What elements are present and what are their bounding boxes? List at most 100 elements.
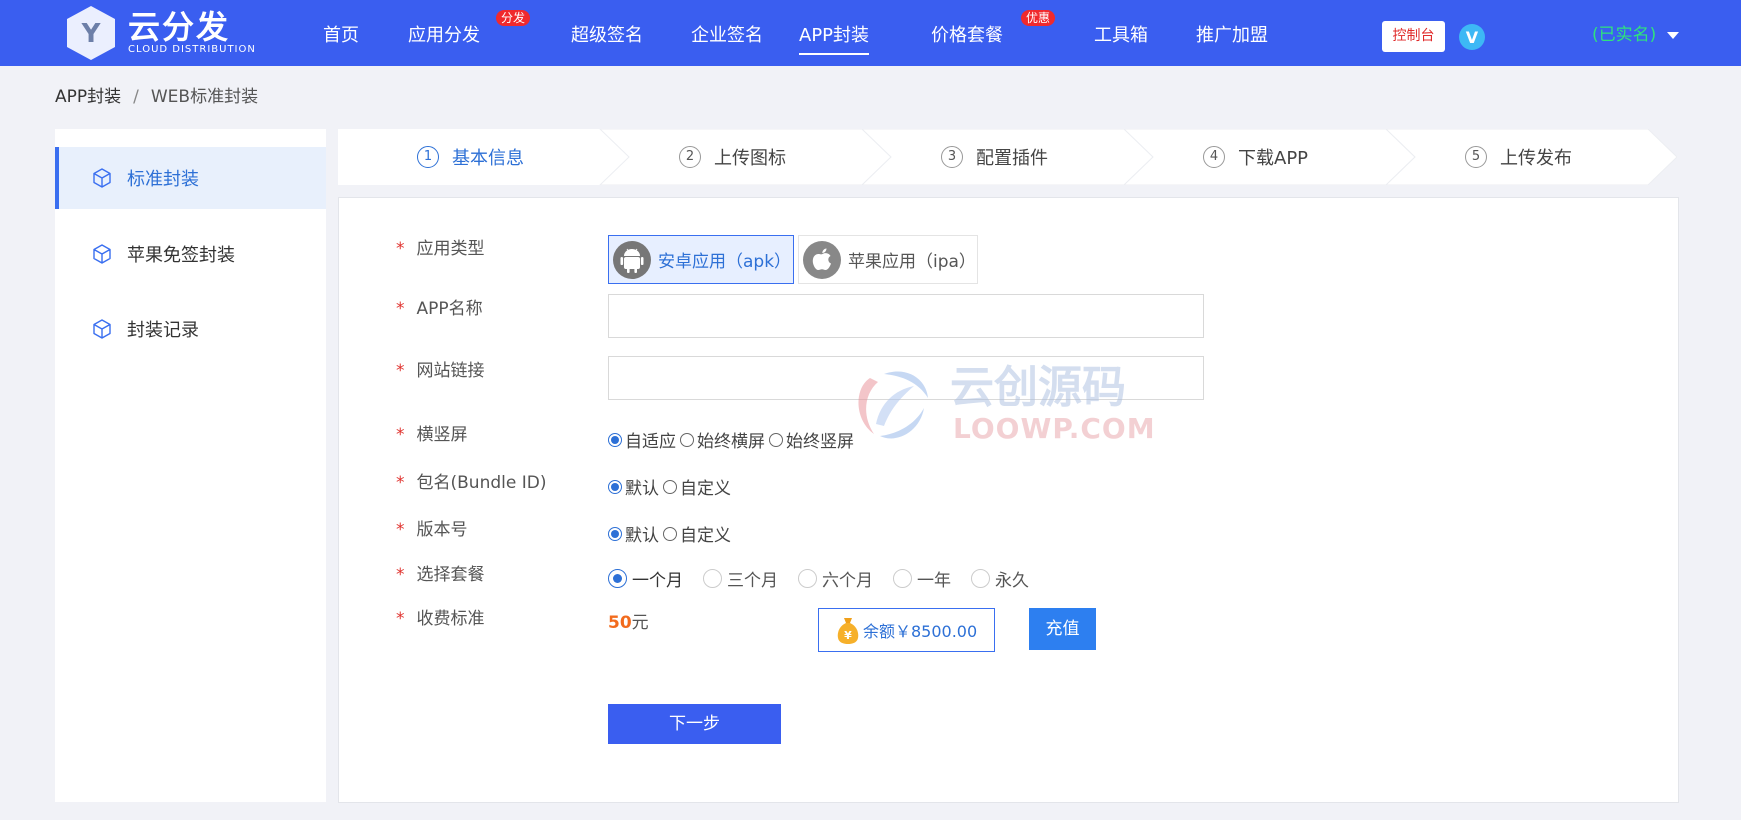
android-option-label: 安卓应用（apk） bbox=[658, 252, 792, 272]
user-verified-status[interactable]: (已实名) bbox=[1592, 24, 1656, 46]
step-configure-plugins[interactable]: 3 配置插件 bbox=[941, 129, 1048, 185]
required-mark: * bbox=[396, 299, 405, 319]
brand-subtitle: CLOUD DISTRIBUTION bbox=[128, 44, 256, 55]
required-mark: * bbox=[396, 361, 405, 381]
step-basic-info[interactable]: 1 基本信息 bbox=[417, 129, 524, 185]
breadcrumb-separator: / bbox=[133, 87, 139, 107]
apple-option-label: 苹果应用（ipa） bbox=[848, 252, 976, 272]
step-number: 4 bbox=[1203, 146, 1225, 168]
sidebar: 标准封装 苹果免签封装 封装记录 bbox=[55, 129, 326, 802]
balance-text: 余额￥8500.00 bbox=[863, 622, 978, 641]
nav-enterprise-signature[interactable]: 企业签名 bbox=[691, 0, 763, 66]
bundle-id-radio-group: 默认 自定义 bbox=[608, 474, 735, 499]
breadcrumb-current: WEB标准封装 bbox=[150, 87, 259, 107]
vip-letter: V bbox=[1466, 28, 1479, 47]
cube-icon bbox=[93, 168, 111, 188]
required-mark: * bbox=[396, 425, 405, 445]
logo-hex-icon: Y bbox=[67, 6, 115, 60]
step-number: 1 bbox=[417, 146, 439, 168]
plan-radio-group: 一个月 三个月 六个月 一年 永久 bbox=[608, 566, 1049, 591]
next-step-button[interactable]: 下一步 bbox=[608, 704, 781, 744]
orientation-portrait-radio[interactable]: 始终竖屏 bbox=[769, 427, 854, 452]
step-upload-publish[interactable]: 5 上传发布 bbox=[1465, 129, 1572, 185]
required-mark: * bbox=[396, 239, 405, 259]
nav-super-signature[interactable]: 超级签名 bbox=[571, 0, 643, 66]
version-label: * 版本号 bbox=[396, 520, 468, 540]
nav-badge-pricing: 优惠 bbox=[1021, 10, 1056, 26]
vip-icon[interactable]: V bbox=[1458, 23, 1486, 51]
orientation-radio-group: 自适应 始终横屏 始终竖屏 bbox=[608, 427, 858, 452]
android-icon bbox=[613, 240, 651, 279]
fee-number: 50 bbox=[608, 613, 632, 633]
bundle-id-label: * 包名(Bundle ID) bbox=[396, 473, 547, 493]
money-bag-icon: ¥ bbox=[837, 618, 859, 644]
top-header: Y 云分发 CLOUD DISTRIBUTION 首页 应用分发 分发 超级签名… bbox=[0, 0, 1741, 66]
brand-logo[interactable]: Y 云分发 CLOUD DISTRIBUTION bbox=[62, 4, 256, 62]
step-number: 5 bbox=[1465, 146, 1487, 168]
orientation-landscape-radio[interactable]: 始终横屏 bbox=[680, 427, 765, 452]
plan-label: * 选择套餐 bbox=[396, 565, 485, 585]
step-label: 上传图标 bbox=[714, 148, 786, 169]
step-number: 2 bbox=[679, 146, 701, 168]
nav-affiliate[interactable]: 推广加盟 bbox=[1196, 0, 1268, 66]
orientation-label: * 横竖屏 bbox=[396, 425, 468, 445]
bundle-id-default-radio[interactable]: 默认 bbox=[608, 474, 659, 499]
apple-ipa-option[interactable]: 苹果应用（ipa） bbox=[798, 235, 978, 284]
recharge-button[interactable]: 充值 bbox=[1029, 608, 1096, 650]
sidebar-item-label: 标准封装 bbox=[127, 169, 199, 190]
step-upload-icon[interactable]: 2 上传图标 bbox=[679, 129, 786, 185]
site-url-input[interactable] bbox=[608, 356, 1204, 400]
plan-three-months-radio[interactable]: 三个月 bbox=[703, 566, 778, 591]
version-default-radio[interactable]: 默认 bbox=[608, 521, 659, 546]
app-name-input[interactable] bbox=[608, 294, 1204, 338]
app-type-label: * 应用类型 bbox=[396, 239, 485, 259]
sidebar-item-label: 苹果免签封装 bbox=[127, 245, 235, 266]
required-mark: * bbox=[396, 565, 405, 585]
step-label: 配置插件 bbox=[976, 148, 1048, 169]
step-download-app[interactable]: 4 下载APP bbox=[1203, 129, 1308, 185]
nav-badge-distribution: 分发 bbox=[496, 10, 531, 26]
cube-icon bbox=[93, 319, 111, 339]
fee-label: * 收费标准 bbox=[396, 609, 485, 629]
nav-app-distribution[interactable]: 应用分发 bbox=[408, 0, 480, 66]
android-apk-option[interactable]: 安卓应用（apk） bbox=[608, 235, 794, 284]
sidebar-item-label: 封装记录 bbox=[127, 320, 199, 341]
caret-down-icon[interactable] bbox=[1667, 32, 1679, 39]
console-button[interactable]: 控制台 bbox=[1382, 21, 1445, 52]
form-panel: * 应用类型 安卓应用（apk） 苹果应用（ipa） * APP名称 * 网站链接 *… bbox=[338, 197, 1679, 803]
version-custom-radio[interactable]: 自定义 bbox=[663, 521, 731, 546]
step-label: 基本信息 bbox=[452, 148, 524, 169]
balance-display: ¥ 余额￥8500.00 bbox=[818, 608, 995, 652]
nav-home[interactable]: 首页 bbox=[323, 0, 359, 66]
bag-symbol: ¥ bbox=[844, 629, 852, 642]
apple-icon bbox=[803, 240, 841, 279]
orientation-adaptive-radio[interactable]: 自适应 bbox=[608, 427, 676, 452]
version-radio-group: 默认 自定义 bbox=[608, 521, 735, 546]
breadcrumb-parent[interactable]: APP封装 bbox=[55, 87, 121, 107]
nav-pricing[interactable]: 价格套餐 bbox=[931, 0, 1003, 66]
sidebar-item-apple-nosign-wrap[interactable]: 苹果免签封装 bbox=[55, 223, 326, 285]
step-label: 上传发布 bbox=[1500, 148, 1572, 169]
app-name-label: * APP名称 bbox=[396, 299, 483, 319]
plan-one-year-radio[interactable]: 一年 bbox=[893, 566, 951, 591]
required-mark: * bbox=[396, 609, 405, 629]
sidebar-item-standard-wrap[interactable]: 标准封装 bbox=[55, 147, 326, 209]
step-label: 下载APP bbox=[1238, 148, 1309, 169]
nav-toolbox[interactable]: 工具箱 bbox=[1094, 0, 1148, 66]
fee-unit: 元 bbox=[631, 613, 649, 633]
plan-one-month-radio[interactable]: 一个月 bbox=[608, 566, 683, 591]
sidebar-item-wrap-records[interactable]: 封装记录 bbox=[55, 298, 326, 360]
site-url-label: * 网站链接 bbox=[396, 361, 485, 381]
breadcrumb: APP封装 / WEB标准封装 bbox=[55, 86, 258, 108]
required-mark: * bbox=[396, 520, 405, 540]
wizard-steps: 1 基本信息 2 上传图标 3 配置插件 4 下载APP 5 上传发布 bbox=[338, 129, 1677, 185]
plan-six-months-radio[interactable]: 六个月 bbox=[798, 566, 873, 591]
brand-name: 云分发 bbox=[128, 8, 231, 46]
nav-app-wrap[interactable]: APP封装 bbox=[799, 0, 870, 66]
required-mark: * bbox=[396, 473, 405, 493]
bundle-id-custom-radio[interactable]: 自定义 bbox=[663, 474, 731, 499]
cube-icon bbox=[93, 244, 111, 264]
step-number: 3 bbox=[941, 146, 963, 168]
fee-amount: 50元 bbox=[608, 608, 649, 633]
plan-forever-radio[interactable]: 永久 bbox=[971, 566, 1029, 591]
